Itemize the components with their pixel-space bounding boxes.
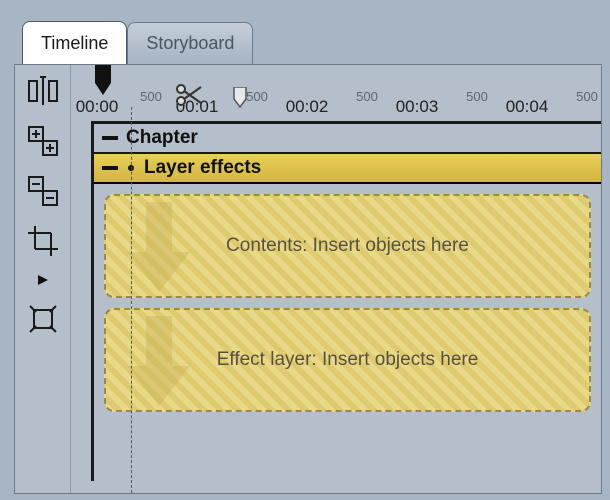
tool-add-tracks-icon[interactable] [23,121,63,161]
effect-drop-label: Effect layer: Insert objects here [217,349,479,371]
tool-expand-icon[interactable] [23,271,63,289]
contents-dropzone[interactable]: Contents: Insert objects here [104,194,591,298]
collapse-icon[interactable] [102,136,118,140]
collapse-icon[interactable] [102,166,118,170]
tool-crop-icon[interactable] [23,221,63,261]
playhead[interactable] [91,65,115,104]
tool-split-icon[interactable] [23,71,63,111]
tab-timeline[interactable]: Timeline [22,21,127,64]
down-arrow-icon [124,316,194,408]
ruler-minor-label: 500 [356,89,378,104]
tool-fit-icon[interactable] [23,299,63,339]
tool-remove-tracks-icon[interactable] [23,171,63,211]
chapter-label: Chapter [126,127,198,149]
ruler-major-label: 00:04 [506,97,549,117]
time-ruler[interactable]: 00:0000:0100:0200:0300:04500500500500500 [71,65,601,121]
layer-effects-label: Layer effects [144,157,261,179]
point-marker-icon[interactable] [231,87,249,114]
effect-layer-dropzone[interactable]: Effect layer: Insert objects here [104,308,591,412]
ruler-minor-label: 500 [246,89,268,104]
tracks-container: Chapter Layer effects Contents: Insert o… [91,121,601,481]
dot-icon [128,165,134,171]
scissors-marker-icon[interactable] [175,83,205,112]
ruler-major-label: 00:03 [396,97,439,117]
timeline-panel: 00:0000:0100:0200:0300:04500500500500500… [14,64,602,494]
contents-drop-label: Contents: Insert objects here [226,235,469,257]
timeline-area: 00:0000:0100:0200:0300:04500500500500500… [71,65,601,493]
ruler-major-label: 00:02 [286,97,329,117]
ruler-minor-label: 500 [140,89,162,104]
down-arrow-icon [124,202,194,294]
ruler-minor-label: 500 [576,89,598,104]
tab-storyboard[interactable]: Storyboard [127,22,253,64]
chapter-header[interactable]: Chapter [94,124,601,154]
layer-effects-header[interactable]: Layer effects [94,154,601,184]
ruler-minor-label: 500 [466,89,488,104]
tool-strip [15,65,71,493]
